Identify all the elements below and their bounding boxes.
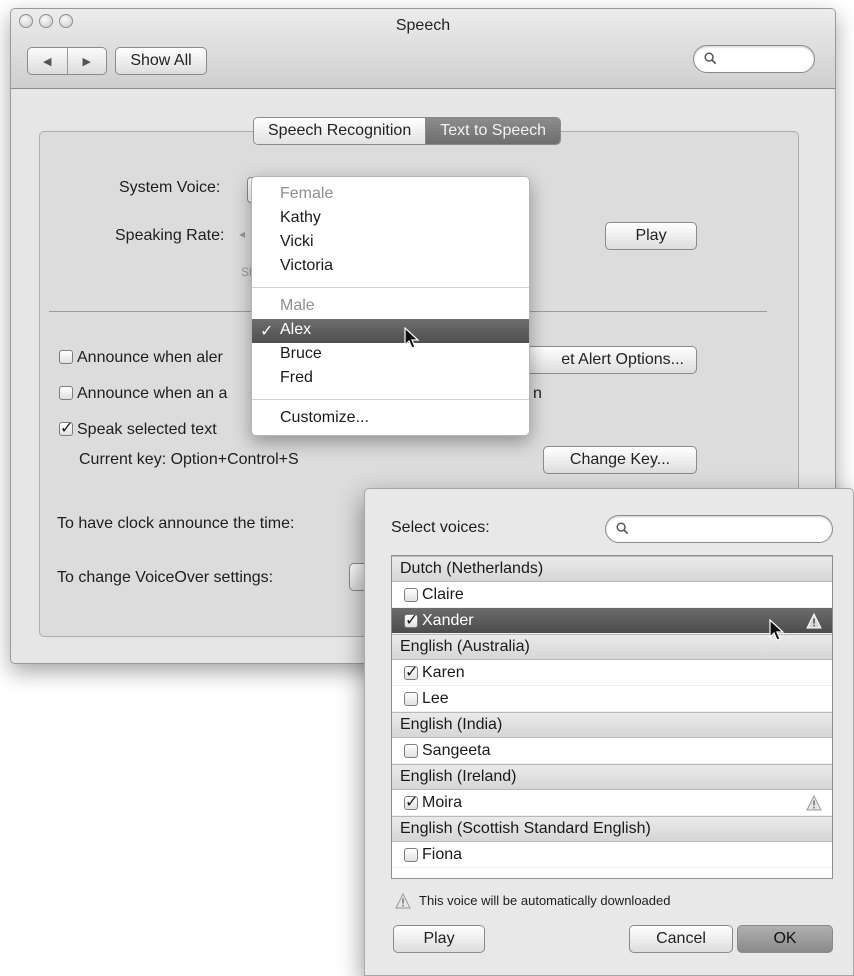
voice-row-claire[interactable]: Claire — [392, 582, 832, 608]
window-title: Speech — [395, 17, 451, 34]
voice-row-sangeeta[interactable]: Sangeeta — [392, 738, 832, 764]
voice-row-xander[interactable]: Xander — [392, 608, 832, 634]
menu-item-kathy[interactable]: Kathy — [280, 209, 321, 227]
voice-checkbox[interactable] — [404, 743, 418, 758]
play-button[interactable]: Play — [605, 222, 697, 250]
speak-selected-checkbox[interactable] — [59, 418, 73, 438]
voice-row-karen[interactable]: Karen — [392, 660, 832, 686]
announce-app-option[interactable]: Announce when an a — [59, 385, 227, 403]
show-all-button[interactable]: Show All — [115, 47, 207, 75]
menu-item-alex-label: Alex — [280, 321, 312, 338]
speak-selected-option[interactable]: Speak selected text — [59, 418, 217, 439]
voices-list[interactable]: Dutch (Netherlands) Claire Xander Englis… — [391, 555, 833, 879]
group-english-ireland: English (Ireland) — [392, 764, 832, 790]
speaking-rate-label: Speaking Rate: — [115, 227, 225, 244]
announce-alerts-option[interactable]: Announce when aler — [59, 349, 223, 367]
checkmark-icon: ✓ — [260, 323, 274, 340]
voice-name: Sangeeta — [422, 741, 491, 759]
search-field[interactable] — [693, 45, 815, 73]
select-voices-label: Select voices: — [391, 519, 490, 536]
menu-separator — [252, 399, 529, 400]
warning-icon — [806, 794, 822, 810]
current-key-text: Current key: Option+Control+S — [79, 451, 299, 468]
announce-app-label-tail: n — [533, 385, 542, 402]
play-voice-button[interactable]: Play — [393, 925, 485, 953]
select-voices-sheet: Select voices: Dutch (Netherlands) Clair… — [364, 488, 854, 976]
group-english-india: English (India) — [392, 712, 832, 738]
menu-header-male: Male — [280, 297, 315, 314]
announce-app-label: Announce when an a — [77, 385, 228, 402]
group-english-scottish: English (Scottish Standard English) — [392, 816, 832, 842]
menu-item-alex[interactable]: ✓ Alex — [252, 319, 529, 343]
voice-name: Karen — [422, 663, 465, 681]
menu-item-bruce[interactable]: Bruce — [280, 345, 322, 363]
announce-alerts-checkbox[interactable] — [59, 350, 73, 364]
forward-arrow-icon[interactable]: ▶ — [68, 48, 107, 74]
clock-announce-label: To have clock announce the time: — [57, 515, 295, 532]
voice-checkbox[interactable] — [404, 610, 418, 630]
title-bar: Speech ◀ ▶ Show All — [11, 9, 835, 89]
voice-name: Fiona — [422, 845, 463, 863]
search-icon — [704, 52, 717, 65]
group-english-australia: English (Australia) — [392, 634, 832, 660]
voices-search-field[interactable] — [605, 515, 833, 543]
voice-checkbox[interactable] — [404, 847, 418, 862]
system-voice-label: System Voice: — [119, 179, 221, 196]
announce-alerts-label: Announce when aler — [77, 349, 223, 366]
voice-checkbox[interactable] — [404, 691, 418, 706]
set-alert-options-button[interactable]: et Alert Options... — [519, 346, 697, 374]
menu-item-customize[interactable]: Customize... — [280, 409, 369, 427]
menu-header-female: Female — [280, 185, 334, 202]
mouse-cursor-icon — [769, 619, 785, 641]
tab-speech-recognition[interactable]: Speech Recognition — [254, 118, 427, 144]
voiceover-label: To change VoiceOver settings: — [57, 569, 274, 586]
menu-item-victoria[interactable]: Victoria — [280, 257, 333, 275]
back-arrow-icon[interactable]: ◀ — [28, 48, 68, 74]
menu-item-fred[interactable]: Fred — [280, 369, 313, 387]
menu-item-vicki[interactable]: Vicki — [280, 233, 314, 251]
speak-selected-label: Speak selected text — [77, 421, 217, 438]
back-forward-control: ◀ ▶ — [27, 47, 107, 75]
search-icon — [616, 522, 629, 535]
voice-row-lee[interactable]: Lee — [392, 686, 832, 712]
download-note: This voice will be automatically downloa… — [419, 893, 671, 908]
cancel-button[interactable]: Cancel — [629, 925, 733, 953]
voice-name: Moira — [422, 793, 463, 811]
menu-separator — [252, 287, 529, 288]
change-key-button[interactable]: Change Key... — [543, 446, 697, 474]
tab-text-to-speech[interactable]: Text to Speech — [426, 118, 561, 144]
mouse-cursor-icon — [404, 327, 420, 349]
voice-name: Xander — [422, 611, 474, 629]
voice-checkbox[interactable] — [404, 587, 418, 602]
group-dutch-netherlands: Dutch (Netherlands) — [392, 556, 832, 582]
voice-checkbox[interactable] — [404, 792, 418, 812]
voice-row-moira[interactable]: Moira — [392, 790, 832, 816]
slider-knob-hint: ◂ — [239, 227, 246, 241]
voice-row-fiona[interactable]: Fiona — [392, 842, 832, 868]
system-voice-menu: Female Kathy Vicki Victoria Male ✓ Alex … — [251, 176, 530, 436]
announce-app-checkbox[interactable] — [59, 386, 73, 400]
voice-checkbox[interactable] — [404, 662, 418, 682]
warning-icon — [395, 893, 411, 909]
ok-button[interactable]: OK — [737, 925, 833, 953]
warning-icon — [806, 612, 822, 628]
voice-name: Claire — [422, 585, 464, 603]
tab-bar: Speech Recognition Text to Speech — [253, 117, 562, 145]
voice-name: Lee — [422, 689, 449, 707]
